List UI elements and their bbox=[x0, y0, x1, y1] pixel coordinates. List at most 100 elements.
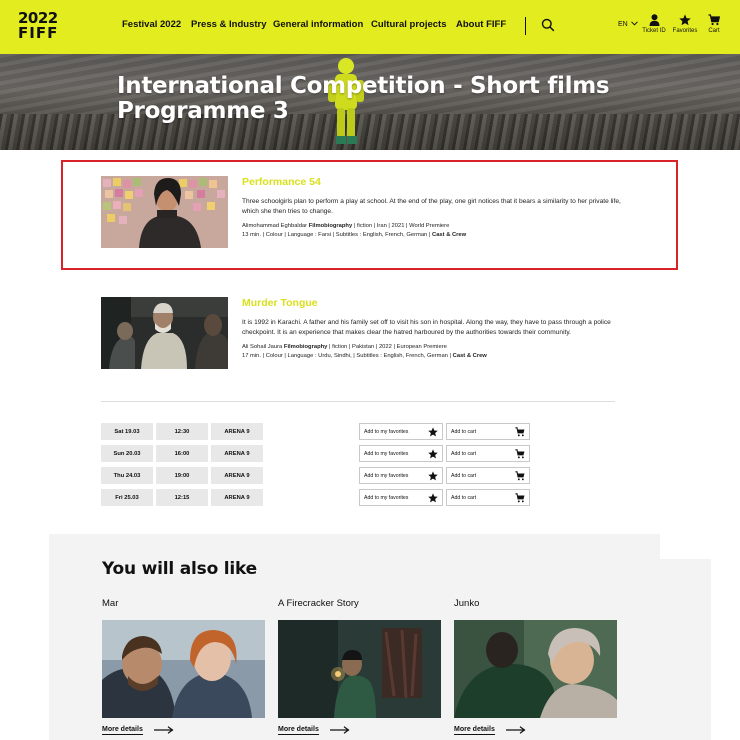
filmobiography-link[interactable]: Filmobiography bbox=[284, 344, 327, 350]
film-details: | fiction | Pakistan | 2022 | European P… bbox=[329, 344, 447, 350]
favorites-button[interactable]: Favorites bbox=[671, 14, 699, 34]
cast-crew-link[interactable]: Cast & Crew bbox=[453, 353, 487, 359]
more-details-link[interactable]: More details bbox=[102, 726, 143, 735]
add-to-cart-button[interactable]: Add to cart bbox=[446, 445, 530, 462]
page-title: International Competition - Short films … bbox=[117, 74, 677, 124]
recommendation-card-a-firecracker-story: A Firecracker Story More details bbox=[278, 598, 441, 735]
cart-button-label: Add to cart bbox=[451, 428, 477, 435]
ticket-id-label: Ticket ID bbox=[642, 28, 666, 34]
cart-button[interactable]: Cart bbox=[704, 14, 724, 34]
screening-venue: ARENA 9 bbox=[211, 467, 263, 484]
favorites-button-label: Add to my favorites bbox=[364, 428, 409, 435]
arrow-right-icon bbox=[330, 726, 350, 734]
film-director: Ali Sohail Jaura bbox=[242, 344, 283, 350]
film-still-mar bbox=[102, 620, 265, 718]
favorites-label: Favorites bbox=[672, 28, 698, 34]
more-details-link[interactable]: More details bbox=[278, 726, 319, 735]
cart-button-label: Add to cart bbox=[451, 450, 477, 457]
star-icon bbox=[428, 427, 438, 437]
arrow-right-icon bbox=[154, 726, 174, 734]
language-selector[interactable]: EN bbox=[618, 21, 638, 28]
screening-date: Sun 20.03 bbox=[101, 445, 153, 462]
cart-icon bbox=[515, 471, 525, 481]
film-still-a-firecracker-story bbox=[278, 620, 441, 718]
page-title-line-1: International Competition - Short films bbox=[117, 73, 610, 99]
screening-date: Thu 24.03 bbox=[101, 467, 153, 484]
also-like-heading: You will also like bbox=[102, 559, 258, 579]
nav-item-cultural-projects[interactable]: Cultural projects bbox=[371, 19, 447, 30]
cast-crew-link[interactable]: Cast & Crew bbox=[432, 232, 466, 238]
film-title-link[interactable]: Murder Tongue bbox=[242, 297, 622, 309]
top-navigation-bar: 2022 FIFF Festival 2022 Press & Industry… bbox=[0, 0, 740, 54]
film-specs: 13 min. | Colour | Language : Farsi | Su… bbox=[242, 231, 431, 238]
film-credits: Alimohammad Eghbaldar Filmobiography | f… bbox=[242, 222, 622, 239]
add-to-favorites-button[interactable]: Add to my favorites bbox=[359, 489, 443, 506]
film-still-performance-54 bbox=[101, 176, 228, 248]
cart-icon bbox=[515, 427, 525, 437]
film-director: Alimohammad Eghbaldar bbox=[242, 223, 308, 229]
screening-date: Fri 25.03 bbox=[101, 489, 153, 506]
hero-banner: International Competition - Short films … bbox=[0, 54, 740, 150]
cart-icon bbox=[515, 493, 525, 503]
film-title-link[interactable]: Performance 54 bbox=[242, 176, 622, 188]
user-icon bbox=[649, 14, 659, 26]
add-to-favorites-button[interactable]: Add to my favorites bbox=[359, 423, 443, 440]
search-icon bbox=[541, 18, 555, 32]
language-label: EN bbox=[618, 21, 628, 28]
film-specs: 17 min. | Colour | Language : Urdu, Sind… bbox=[242, 352, 452, 359]
cart-icon bbox=[708, 14, 720, 26]
nav-divider bbox=[525, 17, 526, 35]
fiff-logo[interactable]: 2022 FIFF bbox=[18, 11, 60, 41]
favorites-button-label: Add to my favorites bbox=[364, 494, 409, 501]
more-details-link[interactable]: More details bbox=[454, 726, 495, 735]
film-entry-performance-54: Performance 54 Three schoolgirls plan to… bbox=[101, 176, 621, 254]
screening-date: Sat 19.03 bbox=[101, 423, 153, 440]
screening-time: 12:15 bbox=[156, 489, 208, 506]
star-icon bbox=[428, 471, 438, 481]
screening-time: 12:30 bbox=[156, 423, 208, 440]
add-to-favorites-button[interactable]: Add to my favorites bbox=[359, 467, 443, 484]
screening-venue: ARENA 9 bbox=[211, 423, 263, 440]
arrow-right-icon bbox=[506, 726, 526, 734]
filmobiography-link[interactable]: Filmobiography bbox=[309, 223, 352, 229]
card-image[interactable] bbox=[102, 620, 265, 718]
film-still-murder-tongue bbox=[101, 297, 228, 369]
nav-item-press-industry[interactable]: Press & Industry bbox=[191, 19, 267, 30]
search-button[interactable] bbox=[541, 18, 555, 32]
ticket-id-button[interactable]: Ticket ID bbox=[642, 14, 666, 34]
nav-item-general-information[interactable]: General information bbox=[273, 19, 363, 30]
film-thumbnail[interactable] bbox=[101, 176, 228, 248]
section-divider bbox=[101, 401, 615, 402]
nav-item-festival-2022[interactable]: Festival 2022 bbox=[122, 19, 181, 30]
nav-item-about-fiff[interactable]: About FIFF bbox=[456, 19, 506, 30]
card-title: A Firecracker Story bbox=[278, 598, 359, 609]
film-credits: Ali Sohail Jaura Filmobiography | fictio… bbox=[242, 343, 622, 360]
film-details: | fiction | Iran | 2021 | World Premiere bbox=[353, 223, 450, 229]
logo-name: FIFF bbox=[18, 24, 59, 42]
page-title-line-2: Programme 3 bbox=[117, 98, 289, 124]
favorites-button-label: Add to my favorites bbox=[364, 472, 409, 479]
screening-venue: ARENA 9 bbox=[211, 445, 263, 462]
favorites-button-label: Add to my favorites bbox=[364, 450, 409, 457]
recommendation-card-mar: Mar More details bbox=[102, 598, 265, 735]
card-title: Mar bbox=[102, 598, 119, 609]
star-icon bbox=[428, 449, 438, 459]
film-description: It is 1992 in Karachi. A father and his … bbox=[242, 319, 611, 336]
recommendation-card-junko: Junko More details bbox=[454, 598, 617, 735]
cart-icon bbox=[515, 449, 525, 459]
star-icon bbox=[679, 14, 691, 26]
film-description: Three schoolgirls plan to perform a play… bbox=[242, 198, 621, 215]
add-to-cart-button[interactable]: Add to cart bbox=[446, 467, 530, 484]
film-thumbnail[interactable] bbox=[101, 297, 228, 369]
card-image[interactable] bbox=[454, 620, 617, 718]
film-info: Performance 54 Three schoolgirls plan to… bbox=[242, 176, 622, 239]
add-to-cart-button[interactable]: Add to cart bbox=[446, 489, 530, 506]
star-icon bbox=[428, 493, 438, 503]
card-image[interactable] bbox=[278, 620, 441, 718]
add-to-cart-button[interactable]: Add to cart bbox=[446, 423, 530, 440]
film-info: Murder Tongue It is 1992 in Karachi. A f… bbox=[242, 297, 622, 360]
add-to-favorites-button[interactable]: Add to my favorites bbox=[359, 445, 443, 462]
also-like-section: You will also like Mar More details A Fi… bbox=[49, 534, 711, 740]
chevron-down-icon bbox=[630, 21, 638, 26]
screening-time: 19:00 bbox=[156, 467, 208, 484]
